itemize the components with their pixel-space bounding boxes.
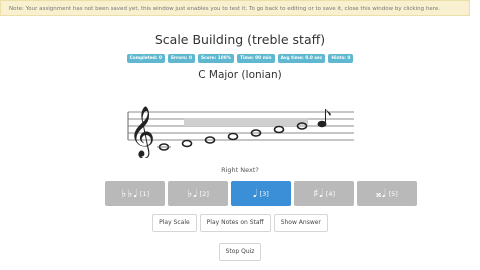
treble-clef-icon: 𝄞 [129, 106, 155, 158]
show-answer-button[interactable]: Show Answer [273, 214, 328, 232]
errors-badge: Errors: 0 [167, 54, 195, 63]
music-staff: 𝄞 [127, 106, 354, 158]
answer-natural-button[interactable]: 𝅘𝅥 [3] [231, 181, 291, 206]
question-prompt: Right Next? [221, 166, 259, 174]
answer-hotkey: [1] [139, 189, 150, 198]
scale-notes [157, 122, 308, 151]
completed-badge: Completed: 0 [126, 54, 165, 63]
play-scale-button[interactable]: Play Scale [152, 214, 197, 232]
answer-hotkey: [4] [325, 189, 336, 198]
note-a4 [273, 125, 285, 134]
answer-hotkey: [2] [199, 189, 209, 198]
page-title: Scale Building (treble staff) [154, 32, 326, 47]
answer-hotkey: [5] [388, 189, 398, 198]
time-badge: Time: 00 min [237, 54, 275, 63]
target-highlight [184, 118, 308, 126]
stop-quiz-button[interactable]: Stop Quiz [218, 243, 262, 261]
answer-hotkey: [3] [259, 189, 269, 198]
hints-badge: Hints: 0 [328, 54, 354, 63]
score-badge: Score: 100% [197, 54, 235, 63]
natural-note-icon: 𝅘𝅥 [253, 186, 258, 200]
double-sharp-note-icon: 𝄪𝅘𝅥 [376, 186, 387, 200]
note-f4 [227, 132, 239, 141]
stats-bar: Completed: 0 Errors: 0 Score: 100% Time:… [0, 54, 480, 63]
note-d4 [181, 139, 193, 148]
answer-flat-button[interactable]: ♭𝅘𝅥 [2] [168, 181, 228, 206]
sharp-note-icon: ♯𝅘𝅥 [312, 186, 324, 200]
avg-time-badge: Avg time: 0.0 sec [277, 54, 326, 63]
answer-double-flat-button[interactable]: ♭♭𝅘𝅥 [1] [105, 181, 165, 206]
answer-options: ♭♭𝅘𝅥 [1] ♭𝅘𝅥 [2] 𝅘𝅥 [3] ♯𝅘𝅥 [4] 𝄪𝅘𝅥 [5] [105, 181, 417, 206]
answer-double-sharp-button[interactable]: 𝄪𝅘𝅥 [5] [357, 181, 417, 206]
flat-note-icon: ♭𝅘𝅥 [187, 186, 198, 200]
playback-controls: Play Scale Play Notes on Staff Show Answ… [0, 214, 480, 232]
double-flat-note-icon: ♭♭𝅘𝅥 [120, 186, 138, 200]
scale-name: C Major (Ionian) [198, 69, 282, 81]
test-mode-notice[interactable]: Note: Your assignment has not been saved… [0, 0, 470, 16]
answer-sharp-button[interactable]: ♯𝅘𝅥 [4] [294, 181, 354, 206]
play-notes-button[interactable]: Play Notes on Staff [199, 214, 271, 232]
